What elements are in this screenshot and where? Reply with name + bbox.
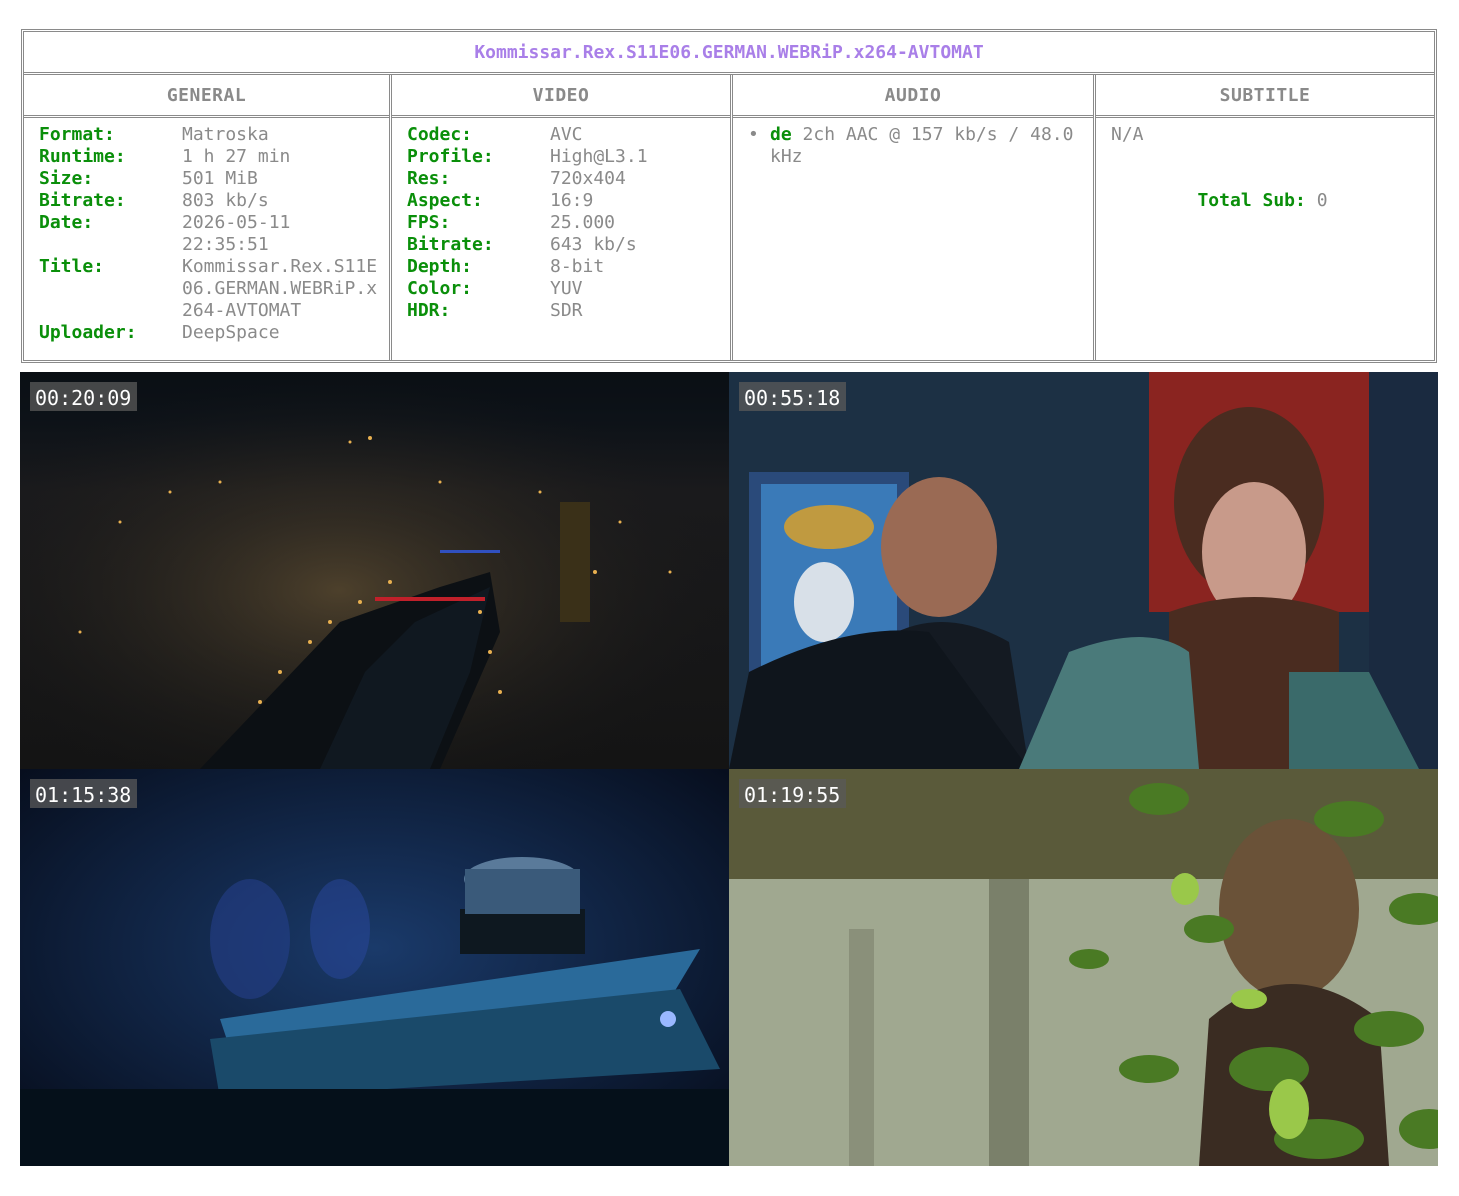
field-key: Runtime: — [39, 146, 126, 167]
field-key: Color: — [407, 278, 473, 299]
field-value: 8-bit — [550, 256, 605, 277]
river-foliage-image — [729, 769, 1438, 1166]
field-value: 2026-05-11 22:35:51 — [182, 212, 291, 255]
field-value: YUV — [550, 278, 583, 299]
field-value: 803 kb/s — [182, 190, 269, 211]
field-key: FPS: — [407, 212, 451, 233]
subtitle-header: SUBTITLE — [1096, 75, 1434, 118]
subtitle-body: N/A Total Sub: 0 — [1096, 118, 1434, 212]
subtitle-total: Total Sub: 0 — [1111, 190, 1434, 212]
general-row-size: Size: 501 MiB — [39, 168, 389, 190]
night-city-image — [20, 372, 729, 769]
field-key: Codec: — [407, 124, 473, 145]
video-row-depth: Depth: 8-bit — [407, 256, 730, 278]
general-row-date: Date: 2026-05-11 22:35:51 — [39, 212, 389, 256]
audio-track: • de 2ch AAC @ 157 kb/s / 48.0 kHz — [748, 124, 1093, 168]
general-row-runtime: Runtime: 1 h 27 min — [39, 146, 389, 168]
field-value: 643 kb/s — [550, 234, 637, 255]
general-column: GENERAL Format: Matroska Runtime: 1 h 27 m… — [24, 75, 389, 360]
subtitle-value: N/A — [1111, 124, 1144, 145]
bullet-icon: • — [748, 124, 759, 145]
field-key: Title: — [39, 256, 105, 277]
video-row-hdr: HDR: SDR — [407, 300, 730, 322]
general-row-bitrate: Bitrate: 803 kb/s — [39, 190, 389, 212]
general-body: Format: Matroska Runtime: 1 h 27 min Size:… — [24, 118, 389, 344]
screenshot-1: 00:20:09 — [20, 372, 729, 769]
field-key: Uploader: — [39, 322, 137, 343]
field-key: Date: — [39, 212, 94, 233]
screenshot-grid: 00:20:09 00:55:18 01:15:38 01:19:55 — [20, 372, 1438, 1166]
screenshot-3: 01:15:38 — [20, 769, 729, 1166]
field-value: 16:9 — [550, 190, 594, 211]
field-key: Bitrate: — [407, 234, 494, 255]
video-row-aspect: Aspect: 16:9 — [407, 190, 730, 212]
field-value: DeepSpace — [182, 322, 280, 343]
field-value: Matroska — [182, 124, 269, 145]
timestamp-badge: 01:15:38 — [30, 779, 138, 808]
general-row-title: Title: Kommissar.Rex.S11E06.GERMAN.WEBRiP… — [39, 256, 389, 322]
audio-body: • de 2ch AAC @ 157 kb/s / 48.0 kHz — [733, 118, 1093, 168]
field-key: HDR: — [407, 300, 451, 321]
timestamp-badge: 00:20:09 — [30, 382, 138, 411]
video-row-color: Color: YUV — [407, 278, 730, 300]
video-row-fps: FPS: 25.000 — [407, 212, 730, 234]
general-header: GENERAL — [24, 75, 389, 118]
field-key: Size: — [39, 168, 94, 189]
field-key: Bitrate: — [39, 190, 126, 211]
screenshot-4: 01:19:55 — [729, 769, 1438, 1166]
video-row-profile: Profile: High@L3.1 — [407, 146, 730, 168]
field-value: AVC — [550, 124, 583, 145]
field-key: Depth: — [407, 256, 473, 277]
audio-track-text: de 2ch AAC @ 157 kb/s / 48.0 kHz — [770, 124, 1085, 168]
release-title: Kommissar.Rex.S11E06.GERMAN.WEBRiP.x264-… — [474, 41, 984, 63]
field-value: SDR — [550, 300, 583, 321]
field-value: Kommissar.Rex.S11E06.GERMAN.WEBRiP.x264-… — [182, 256, 378, 321]
audio-column: AUDIO • de 2ch AAC @ 157 kb/s / 48.0 kHz — [730, 75, 1093, 360]
audio-track-desc: 2ch AAC @ 157 kb/s / 48.0 kHz — [770, 124, 1074, 167]
field-value: 501 MiB — [182, 168, 258, 189]
general-row-format: Format: Matroska — [39, 124, 389, 146]
release-title-row: Kommissar.Rex.S11E06.GERMAN.WEBRiP.x264-… — [24, 32, 1434, 75]
timestamp-badge: 01:19:55 — [739, 779, 847, 808]
subtitle-total-value: 0 — [1316, 190, 1328, 211]
field-key: Format: — [39, 124, 115, 145]
video-header: VIDEO — [392, 75, 730, 118]
two-people-image — [729, 372, 1438, 769]
field-value: High@L3.1 — [550, 146, 648, 167]
video-row-res: Res: 720x404 — [407, 168, 730, 190]
video-row-bitrate: Bitrate: 643 kb/s — [407, 234, 730, 256]
police-light-image — [20, 769, 729, 1166]
field-value: 720x404 — [550, 168, 626, 189]
media-info-table: Kommissar.Rex.S11E06.GERMAN.WEBRiP.x264-… — [21, 29, 1437, 363]
field-value: 1 h 27 min — [182, 146, 291, 167]
timestamp-badge: 00:55:18 — [739, 382, 847, 411]
field-key: Res: — [407, 168, 451, 189]
audio-track-lang: de — [770, 124, 792, 145]
subtitle-total-key: Total Sub: — [1197, 190, 1306, 211]
video-row-codec: Codec: AVC — [407, 124, 730, 146]
screenshot-2: 00:55:18 — [729, 372, 1438, 769]
video-column: VIDEO Codec: AVC Profile: High@L3.1 Res: 72… — [389, 75, 730, 360]
field-key: Profile: — [407, 146, 494, 167]
field-value: 25.000 — [550, 212, 616, 233]
general-row-uploader: Uploader: DeepSpace — [39, 322, 389, 344]
subtitle-column: SUBTITLE N/A Total Sub: 0 — [1093, 75, 1434, 360]
field-key: Aspect: — [407, 190, 483, 211]
audio-header: AUDIO — [733, 75, 1093, 118]
video-body: Codec: AVC Profile: High@L3.1 Res: 720x404 … — [392, 118, 730, 322]
